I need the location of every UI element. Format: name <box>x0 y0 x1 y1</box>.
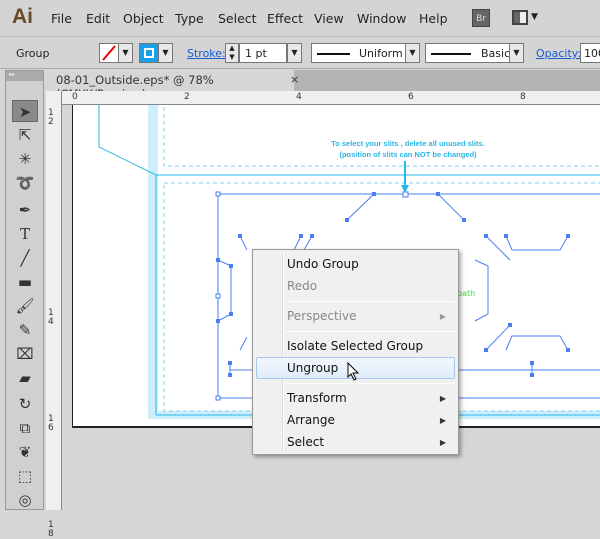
menu-item-isolate-selected-group[interactable]: Isolate Selected Group <box>287 339 423 353</box>
warp-tool-icon[interactable]: ❦ <box>12 441 38 463</box>
brush-definition[interactable]: Basic <box>425 43 510 63</box>
pen-tool-icon[interactable]: ✒ <box>12 199 38 221</box>
menu-help[interactable]: Help <box>419 11 448 26</box>
stroke-link[interactable]: Stroke: <box>187 47 226 60</box>
collapse-icon[interactable]: ▸▸ <box>6 71 43 81</box>
stroke-weight-input[interactable]: 1 pt <box>239 43 287 63</box>
tools-panel: ▸▸ ➤ ⇱ ✳ ➰ ✒ T ╱ ▬ 🖌 ✎ ⌧ ▰ ↻ ⧉ ❦ ⬚ ◎ <box>5 70 44 510</box>
variable-width-profile[interactable]: Uniform <box>311 43 406 63</box>
menu-object[interactable]: Object <box>123 11 164 26</box>
lasso-tool-icon[interactable]: ➰ <box>12 172 38 194</box>
opacity-link[interactable]: Opacity: <box>536 47 581 60</box>
brush-dropdown[interactable]: ▼ <box>509 43 524 63</box>
selection-tool-icon[interactable]: ➤ <box>12 100 38 122</box>
fill-dropdown[interactable]: ▼ <box>118 43 133 63</box>
menu-item-arrange[interactable]: Arrange <box>287 413 335 427</box>
type-tool-icon[interactable]: T <box>12 223 38 245</box>
stroke-stepper[interactable]: ▲ ▼ <box>225 43 239 63</box>
menu-item-ungroup[interactable]: Ungroup <box>287 361 338 375</box>
submenu-arrow-icon: ▶ <box>439 394 446 403</box>
context-menu: Undo Group Redo Perspective ▶ Isolate Se… <box>252 249 459 455</box>
bridge-button[interactable]: Br <box>472 9 490 27</box>
shape-builder-tool-icon[interactable]: ◎ <box>12 489 38 511</box>
control-panel: Group ▼ ▼ Stroke: ▲ ▼ 1 pt ▼ Uniform ▼ Ba… <box>0 38 600 69</box>
stroke-dropdown[interactable]: ▼ <box>158 43 173 63</box>
menu-bar: Ai File Edit Object Type Select Effect V… <box>0 0 600 37</box>
menu-effect[interactable]: Effect <box>267 11 303 26</box>
pencil-tool-icon[interactable]: ✎ <box>12 319 38 341</box>
menu-file[interactable]: File <box>51 11 72 26</box>
opacity-input[interactable]: 100% <box>580 43 600 63</box>
hover-path-label: path <box>457 289 476 298</box>
rotate-tool-icon[interactable]: ↻ <box>12 393 38 415</box>
free-transform-tool-icon[interactable]: ⬚ <box>12 465 38 487</box>
menu-item-select[interactable]: Select <box>287 435 324 449</box>
eraser-tool-icon[interactable]: ▰ <box>12 367 38 389</box>
slit-instructions: To select your slits , delete all unused… <box>331 139 485 159</box>
line-tool-icon[interactable]: ╱ <box>12 247 38 269</box>
mouse-pointer-icon <box>347 362 360 381</box>
submenu-arrow-icon: ▶ <box>439 438 446 447</box>
menu-item-redo: Redo <box>287 279 318 293</box>
menu-edit[interactable]: Edit <box>86 11 110 26</box>
rectangle-tool-icon[interactable]: ▬ <box>12 271 38 293</box>
document-tab[interactable]: 08-01_Outside.eps* @ 78% (CMYK/Preview)× <box>46 70 299 101</box>
workspace-switcher-icon[interactable] <box>512 10 528 25</box>
submenu-arrow-icon: ▶ <box>439 312 446 321</box>
paintbrush-tool-icon[interactable]: 🖌 <box>12 295 38 317</box>
menu-view[interactable]: View <box>314 11 344 26</box>
stroke-swatch[interactable] <box>139 43 159 63</box>
selection-type: Group <box>16 47 50 60</box>
menu-item-undo-group[interactable]: Undo Group <box>287 257 359 271</box>
stroke-weight-dropdown[interactable]: ▼ <box>287 43 302 63</box>
vertical-ruler[interactable]: 12 14 16 18 <box>46 91 62 539</box>
magic-wand-tool-icon[interactable]: ✳ <box>12 148 38 170</box>
menu-window[interactable]: Window <box>357 11 406 26</box>
menu-item-perspective: Perspective <box>287 309 357 323</box>
menu-select[interactable]: Select <box>218 11 257 26</box>
app-logo: Ai <box>12 5 33 28</box>
close-icon[interactable]: × <box>290 73 299 86</box>
scale-tool-icon[interactable]: ⧉ <box>12 417 38 439</box>
direct-selection-tool-icon[interactable]: ⇱ <box>12 124 38 146</box>
blob-brush-tool-icon[interactable]: ⌧ <box>12 343 38 365</box>
chevron-down-icon[interactable]: ▼ <box>531 12 538 22</box>
menu-item-transform[interactable]: Transform <box>287 391 347 405</box>
menu-type[interactable]: Type <box>175 11 204 26</box>
horizontal-ruler[interactable]: 0 2 4 6 8 <box>62 91 600 105</box>
profile-dropdown[interactable]: ▼ <box>405 43 420 63</box>
fill-swatch[interactable] <box>99 43 119 63</box>
document-tab-bar: 08-01_Outside.eps* @ 78% (CMYK/Preview)× <box>46 70 600 101</box>
submenu-arrow-icon: ▶ <box>439 416 446 425</box>
